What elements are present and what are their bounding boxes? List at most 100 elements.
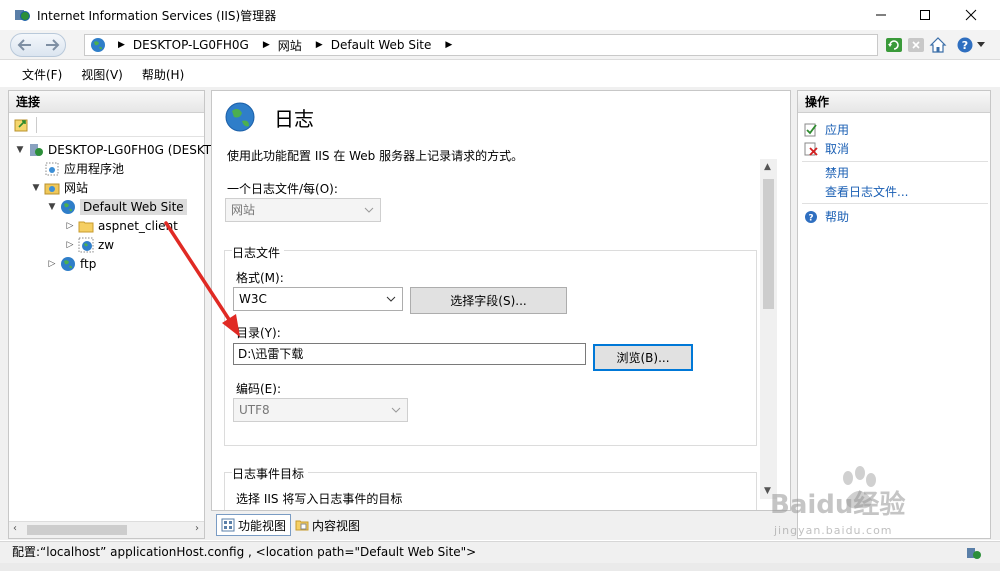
- actions-header: 操作: [798, 91, 990, 113]
- chevron-down-icon: [364, 207, 374, 213]
- forward-button[interactable]: [38, 38, 65, 52]
- action-view-log-files[interactable]: 查看日志文件...: [825, 183, 908, 200]
- globe-icon: [91, 38, 105, 52]
- tree-node-server[interactable]: ▼ DESKTOP-LG0FH0G (DESKT: [15, 140, 212, 159]
- close-button[interactable]: [948, 0, 994, 30]
- help-icon[interactable]: ?: [956, 36, 974, 54]
- one-log-file-select: 网站: [225, 198, 381, 222]
- tree-node-app-pools[interactable]: 应用程序池: [31, 159, 124, 178]
- website-globe-icon: [61, 199, 75, 214]
- tab-features-view[interactable]: 功能视图: [216, 514, 292, 536]
- crumb-sites[interactable]: 网站: [278, 37, 302, 54]
- expand-chevron-icon[interactable]: ▷: [65, 221, 75, 231]
- home-icon[interactable]: [929, 36, 947, 54]
- vscroll-thumb[interactable]: [763, 179, 774, 309]
- window-title: Internet Information Services (IIS)管理器: [37, 8, 277, 23]
- close-icon: [965, 9, 977, 21]
- one-log-file-label: 一个日志文件/每(O):: [227, 182, 338, 196]
- iis-app-icon: [15, 10, 30, 21]
- main-vscrollbar[interactable]: ▲ ▼: [760, 159, 777, 499]
- logging-globe-icon: [225, 102, 255, 132]
- application-globe-icon: [78, 237, 94, 252]
- content-view-icon: [295, 520, 309, 531]
- directory-input[interactable]: D:\迅雷下载: [233, 343, 586, 365]
- collapse-chevron-icon[interactable]: ▼: [31, 183, 41, 193]
- action-cancel[interactable]: 取消: [804, 140, 849, 157]
- maximize-button[interactable]: [902, 0, 948, 30]
- menu-view[interactable]: 视图(V): [81, 66, 123, 83]
- tab-content-view[interactable]: 内容视图: [291, 514, 364, 536]
- toolbar-separator: [36, 116, 37, 133]
- sites-folder-icon: [44, 183, 60, 194]
- back-button[interactable]: [11, 38, 38, 52]
- svg-text:?: ?: [962, 39, 968, 52]
- address-breadcrumb[interactable]: ▶ DESKTOP-LG0FH0G ▶ 网站 ▶ Default Web Sit…: [84, 34, 878, 56]
- svg-text:?: ?: [808, 213, 813, 223]
- connect-icon[interactable]: [14, 117, 30, 133]
- crumb-sep-2: ▶: [315, 40, 323, 50]
- tree-node-default-site[interactable]: ▼ Default Web Site: [47, 197, 187, 216]
- nav-buttons: [10, 33, 66, 57]
- actions-separator: [802, 161, 988, 162]
- collapse-chevron-icon[interactable]: ▼: [15, 145, 25, 155]
- menu-help[interactable]: 帮助(H): [142, 66, 184, 83]
- feature-title: 日志: [224, 101, 314, 133]
- refresh-icon[interactable]: [885, 36, 903, 54]
- connections-header: 连接: [9, 91, 204, 113]
- scroll-left-icon[interactable]: ‹: [13, 523, 17, 534]
- title-bar: Internet Information Services (IIS)管理器: [0, 0, 1000, 30]
- minimize-icon: [876, 14, 886, 16]
- minimize-button[interactable]: [858, 0, 904, 30]
- tree-node-aspnet-client[interactable]: ▷ aspnet_client: [65, 216, 178, 235]
- action-disable[interactable]: 禁用: [825, 164, 849, 181]
- app-pool-icon: [45, 162, 59, 175]
- help-dropdown-icon[interactable]: [977, 42, 985, 48]
- server-icon: [30, 143, 43, 156]
- log-file-group-label: 日志文件: [232, 244, 285, 261]
- help-icon: ?: [805, 210, 817, 223]
- chevron-down-icon: [386, 296, 396, 302]
- browse-button[interactable]: 浏览(B)...: [593, 344, 693, 371]
- folder-icon: [78, 221, 94, 232]
- baidu-watermark: Baidu经验 jingyan.baidu.com: [770, 460, 995, 550]
- watermark-url: jingyan.baidu.com: [774, 524, 893, 537]
- format-label: 格式(M):: [236, 271, 284, 285]
- expand-chevron-icon[interactable]: ▷: [47, 259, 57, 269]
- crumb-default-site[interactable]: Default Web Site: [331, 38, 432, 52]
- chevron-down-icon: [391, 407, 401, 413]
- connections-toolbar: [9, 113, 204, 137]
- stop-icon[interactable]: [907, 36, 925, 54]
- connections-pane: 连接 ▼ DESKTOP-LG0FH0G (DESKT 应用程序池 ▼ 网站 ▼…: [8, 90, 211, 539]
- connections-hscrollbar[interactable]: ‹ ›: [9, 521, 204, 538]
- tree-node-zw[interactable]: ▷ zw: [65, 235, 114, 254]
- format-select[interactable]: W3C: [233, 287, 403, 311]
- forward-arrow-icon: [45, 39, 59, 51]
- address-bar: ▶ DESKTOP-LG0FH0G ▶ 网站 ▶ Default Web Sit…: [0, 30, 1000, 60]
- crumb-sep-0: ▶: [118, 40, 125, 50]
- watermark-brand: Baidu经验: [770, 490, 906, 520]
- actions-separator: [802, 203, 988, 204]
- scroll-right-icon[interactable]: ›: [195, 523, 199, 534]
- features-view-icon: [221, 518, 235, 532]
- maximize-icon: [920, 10, 930, 20]
- encoding-label: 编码(E):: [236, 382, 281, 396]
- crumb-server[interactable]: DESKTOP-LG0FH0G: [133, 38, 249, 52]
- scroll-up-icon[interactable]: ▲: [764, 162, 771, 172]
- hscroll-thumb[interactable]: [27, 525, 127, 535]
- expand-chevron-icon[interactable]: ▷: [65, 240, 75, 250]
- feature-description: 使用此功能配置 IIS 在 Web 服务器上记录请求的方式。: [227, 149, 524, 163]
- collapse-chevron-icon[interactable]: ▼: [47, 202, 57, 212]
- select-fields-button[interactable]: 选择字段(S)...: [410, 287, 567, 314]
- bottom-strip: [0, 563, 1000, 571]
- back-arrow-icon: [17, 39, 31, 51]
- tree-node-sites[interactable]: ▼ 网站: [31, 178, 88, 197]
- apply-check-icon: [804, 123, 817, 136]
- menu-bar: 文件(F) 视图(V) 帮助(H): [0, 61, 1000, 87]
- menu-file[interactable]: 文件(F): [22, 66, 62, 83]
- logging-feature-pane: 日志 使用此功能配置 IIS 在 Web 服务器上记录请求的方式。 一个日志文件…: [211, 90, 791, 511]
- event-target-group-label: 日志事件目标: [232, 465, 309, 482]
- action-help[interactable]: ? 帮助: [804, 208, 849, 225]
- tree-node-ftp[interactable]: ▷ ftp: [47, 254, 96, 273]
- directory-label: 目录(Y):: [236, 326, 281, 340]
- action-apply[interactable]: 应用: [804, 121, 849, 138]
